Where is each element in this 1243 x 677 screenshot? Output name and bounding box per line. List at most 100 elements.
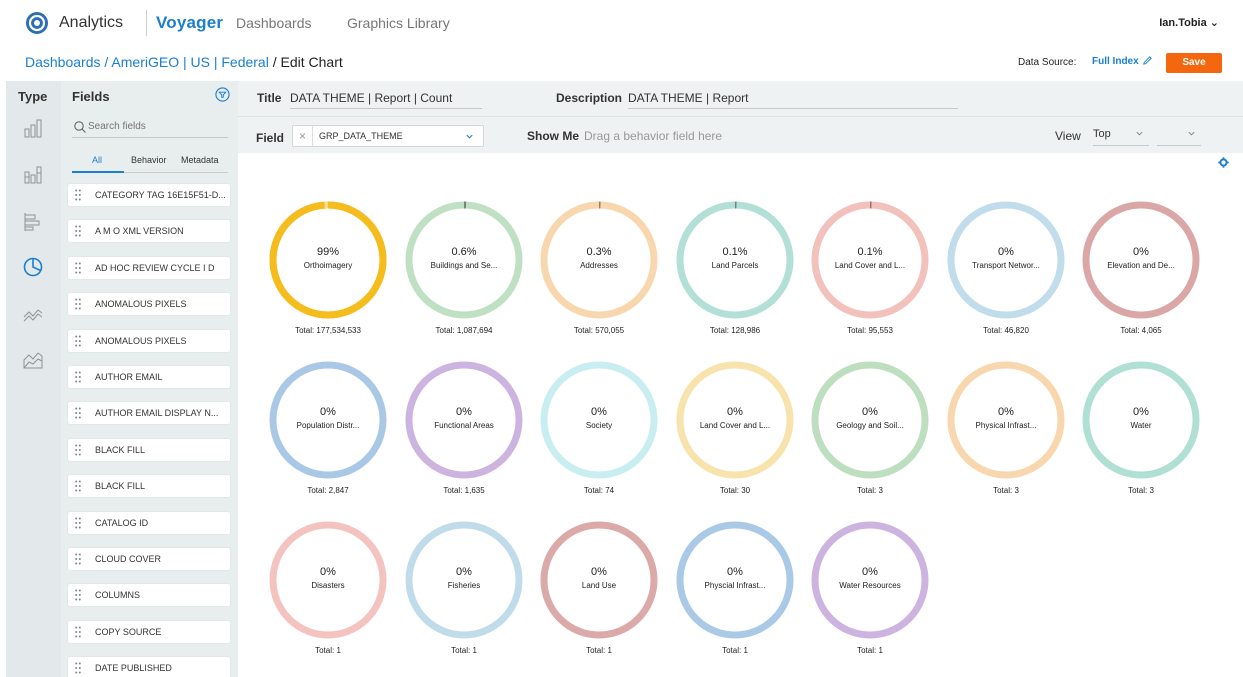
bar-chart-icon[interactable] [22, 117, 44, 139]
field-item[interactable]: A M O XML VERSION [68, 220, 230, 243]
voyager-logo-icon[interactable] [25, 11, 49, 35]
drag-handle-icon[interactable] [75, 225, 81, 237]
drag-handle-icon[interactable] [75, 189, 81, 201]
donut-total-label: Total: 570,055 [573, 326, 625, 335]
field-item-label: A M O XML VERSION [95, 226, 184, 237]
line-chart-icon[interactable] [22, 303, 44, 325]
drag-handle-icon[interactable] [75, 480, 81, 492]
field-item[interactable]: BLACK FILL [68, 438, 230, 461]
donut-ring [676, 521, 794, 639]
donut-track [811, 521, 929, 639]
drag-handle-icon[interactable] [75, 298, 81, 310]
area-chart-icon[interactable] [22, 348, 44, 370]
donut-category-label: Geology and Soil... [836, 421, 904, 430]
donut-percent: 0% [591, 406, 607, 418]
data-source-value[interactable]: Full Index [1092, 56, 1139, 67]
field-item-label: CLOUD COVER [95, 554, 162, 564]
donut-ring [540, 521, 658, 639]
field-item[interactable]: DATE PUBLISHED [68, 657, 230, 677]
save-button[interactable]: Save [1166, 53, 1222, 73]
type-panel-title: Type [18, 89, 48, 104]
drag-handle-icon[interactable] [75, 626, 81, 638]
brand-name: Analytics [59, 14, 124, 31]
chevron-down-icon [1136, 131, 1143, 136]
field-item-label: CATEGORY TAG 16E15F51-D... [95, 190, 226, 200]
breadcrumb-current: Edit Chart [280, 54, 343, 70]
donut-track [269, 521, 387, 639]
show-me-dropzone[interactable]: Drag a behavior field here [584, 129, 722, 143]
donut-ring [811, 361, 929, 479]
tab-all[interactable]: All [92, 155, 102, 165]
drag-handle-icon[interactable] [75, 407, 81, 419]
product-name: Voyager [156, 13, 224, 32]
donut-total-label: Total: 1,635 [443, 486, 485, 495]
drag-handle-icon[interactable] [75, 553, 81, 565]
donut-track [405, 521, 523, 639]
donut-track [269, 361, 387, 479]
view-select[interactable]: Top [1093, 124, 1149, 146]
field-item[interactable]: ANOMALOUS PIXELS [68, 293, 230, 316]
field-item[interactable]: CATEGORY TAG 16E15F51-D... [68, 184, 230, 206]
donut-track [540, 201, 658, 319]
donut-ring [947, 361, 1065, 479]
field-item[interactable]: AD HOC REVIEW CYCLE I D [68, 256, 230, 279]
donut-total-label: Total: 46,820 [983, 326, 1029, 335]
pie-chart-icon[interactable] [22, 256, 44, 278]
nav-link-graphics-library[interactable]: Graphics Library [347, 15, 450, 31]
donut-ring [269, 361, 387, 479]
chevron-down-icon [1188, 131, 1195, 136]
filter-icon[interactable] [215, 87, 230, 102]
donut-percent: 0.3% [586, 246, 612, 258]
donut-percent: 0% [862, 566, 878, 578]
field-item-label: BLACK FILL [95, 444, 146, 455]
search-input[interactable] [88, 121, 226, 132]
horizontal-bar-chart-icon[interactable] [22, 211, 44, 233]
donut-category-label: Land Cover and L... [699, 421, 771, 430]
field-item[interactable]: COLUMNS [68, 584, 230, 607]
clear-field-icon[interactable]: × [299, 129, 306, 143]
title-input[interactable]: DATA THEME | Report | Count [290, 91, 452, 105]
field-item[interactable]: ANOMALOUS PIXELS [68, 329, 230, 352]
drag-handle-icon[interactable] [75, 517, 81, 529]
donut-percent: 99% [316, 246, 340, 258]
description-underline [628, 108, 958, 109]
breadcrumb: Dashboards / AmeriGEO | US | Federal / E… [25, 54, 343, 70]
drag-handle-icon[interactable] [75, 262, 81, 274]
donut-category-label: Physcial Infrast... [704, 581, 766, 590]
tab-behavior[interactable]: Behavior [131, 155, 167, 165]
drag-handle-icon[interactable] [75, 371, 81, 383]
pencil-icon[interactable] [1142, 55, 1153, 66]
donut-percent: 0% [456, 566, 472, 578]
drag-handle-icon[interactable] [75, 589, 81, 601]
field-item[interactable]: AUTHOR EMAIL DISPLAY N... [68, 402, 230, 425]
gear-icon[interactable] [1218, 157, 1229, 168]
field-item[interactable]: BLACK FILL [68, 475, 230, 498]
drag-handle-icon[interactable] [75, 662, 81, 674]
donut-track [405, 201, 523, 319]
fields-panel: Fields All Behavior Metadata CATEGORY TA… [61, 81, 238, 677]
fields-panel-title: Fields [72, 89, 110, 104]
donut-percent: 0% [1133, 246, 1149, 258]
description-input[interactable]: DATA THEME | Report [628, 91, 748, 105]
field-item[interactable]: COPY SOURCE [68, 620, 230, 643]
donut-category-label: Disasters [311, 581, 345, 590]
grouped-bar-chart-icon[interactable] [22, 163, 44, 185]
tab-metadata[interactable]: Metadata [181, 155, 219, 165]
nav-link-dashboards[interactable]: Dashboards [236, 15, 312, 31]
donut-category-label: Population Distr... [296, 421, 360, 430]
donut-track [947, 201, 1065, 319]
field-item-label: DATE PUBLISHED [95, 663, 172, 674]
field-item[interactable]: AUTHOR EMAIL [68, 366, 230, 388]
breadcrumb-dashboards[interactable]: Dashboards [25, 54, 101, 70]
breadcrumb-amerigeo[interactable]: AmeriGEO | US | Federal [111, 54, 268, 70]
field-select[interactable]: × GRP_DATA_THEME [292, 125, 484, 147]
drag-handle-icon[interactable] [75, 335, 81, 347]
user-menu[interactable]: Ian.Tobia ⌄ [1159, 16, 1219, 29]
donut-ring [676, 361, 794, 479]
donut-ring [269, 201, 387, 319]
field-item[interactable]: CATALOG ID [68, 511, 230, 534]
donut-total-label: Total: 30 [719, 486, 751, 495]
drag-handle-icon[interactable] [75, 444, 81, 456]
field-item[interactable]: CLOUD COVER [68, 548, 230, 570]
view-count-select[interactable] [1157, 124, 1201, 146]
